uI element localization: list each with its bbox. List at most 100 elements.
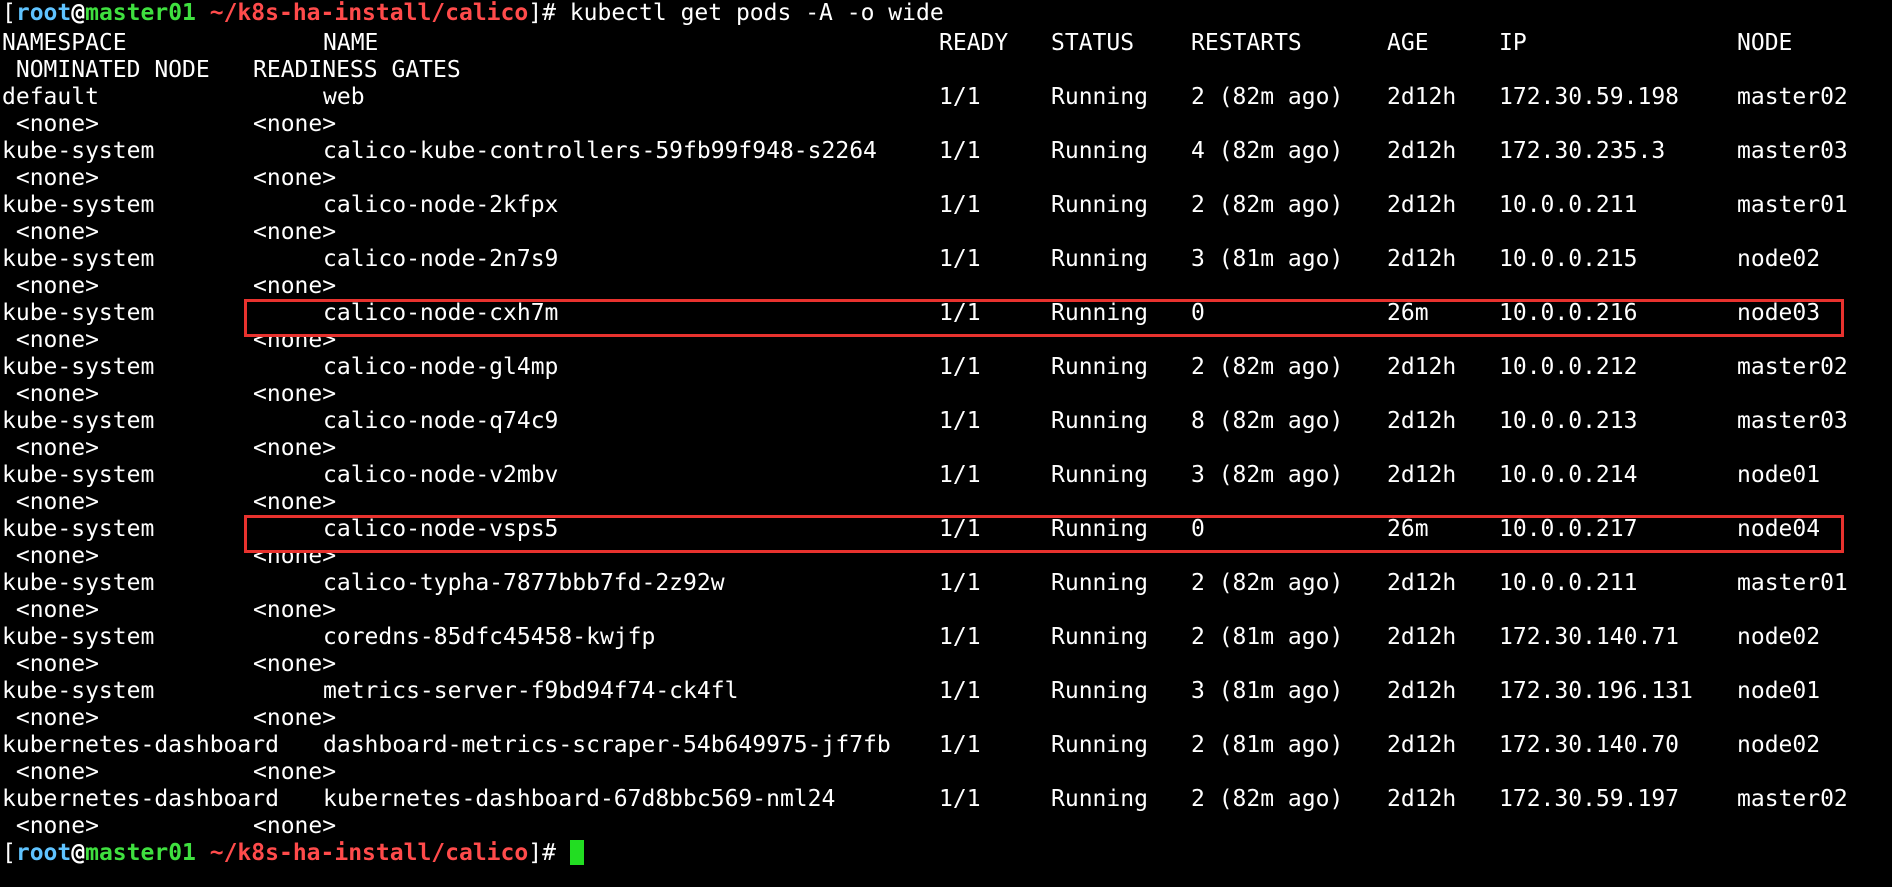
header-status: STATUS: [1051, 30, 1135, 56]
cell-ip: 10.0.0.215: [1499, 246, 1638, 272]
cell-name: kubernetes-dashboard-67d8bbc569-nml24: [323, 786, 836, 812]
cell-node: node04: [1737, 516, 1821, 542]
cell-restarts: 4 (82m ago): [1191, 138, 1344, 164]
prompt-symbol: #: [542, 0, 570, 26]
header-ip: IP: [1499, 30, 1527, 56]
cell-ready: 1/1: [939, 678, 981, 704]
prompt-close-bracket: ]: [528, 0, 543, 26]
cell-restarts: 0: [1191, 516, 1205, 542]
cell-age: 2d12h: [1387, 462, 1457, 488]
cell-ip: 10.0.0.212: [1499, 354, 1638, 380]
cell-name: calico-node-gl4mp: [323, 354, 559, 380]
table-row-wrapped: <none> <none>: [0, 813, 1892, 840]
cell-readiness-gates: <none>: [253, 381, 337, 407]
table-row: default web 1/1 Running 2 (82m ago) 2d12h 172.…: [0, 84, 1892, 111]
cell-age: 2d12h: [1387, 624, 1457, 650]
cell-status: Running: [1051, 408, 1148, 434]
cell-restarts: 3 (81m ago): [1191, 678, 1344, 704]
table-row: kubernetes-dashboard dashboard-metrics-sc…: [0, 732, 1892, 759]
cell-node: node02: [1737, 624, 1821, 650]
cell-namespace: kube-system: [2, 570, 155, 596]
cell-status: Running: [1051, 192, 1148, 218]
cell-nominated-node: <none>: [2, 273, 99, 299]
cell-nominated-node: <none>: [2, 651, 99, 677]
cell-ready: 1/1: [939, 138, 981, 164]
cell-ready: 1/1: [939, 354, 981, 380]
cell-nominated-node: <none>: [2, 597, 99, 623]
table-row-wrapped: <none> <none>: [0, 597, 1892, 624]
cell-readiness-gates: <none>: [253, 219, 337, 245]
prompt-user: root: [15, 840, 72, 866]
table-row-wrapped: <none> <none>: [0, 165, 1892, 192]
prompt-open-bracket: [: [2, 840, 16, 866]
cell-status: Running: [1051, 300, 1148, 326]
cell-node: node02: [1737, 246, 1821, 272]
cell-nominated-node: <none>: [2, 435, 99, 461]
cell-status: Running: [1051, 462, 1148, 488]
cell-status: Running: [1051, 84, 1148, 110]
cell-restarts: 3 (82m ago): [1191, 462, 1344, 488]
cell-restarts: 2 (81m ago): [1191, 624, 1344, 650]
cell-age: 2d12h: [1387, 192, 1457, 218]
prompt-at-sign: @: [71, 0, 86, 26]
cell-ready: 1/1: [939, 570, 981, 596]
cell-namespace: kube-system: [2, 678, 155, 704]
table-row: kubernetes-dashboard kubernetes-dashboard…: [0, 786, 1892, 813]
cell-name: web: [323, 84, 365, 110]
cell-status: Running: [1051, 624, 1148, 650]
cell-name: calico-kube-controllers-59fb99f948-s2264: [323, 138, 877, 164]
cell-ip: 10.0.0.211: [1499, 570, 1638, 596]
terminal-window[interactable]: [root@master01 ~/k8s-ha-install/calico]#…: [0, 0, 1892, 887]
cell-node: node03: [1737, 300, 1821, 326]
command-text: kubectl get pods -A -o wide: [569, 0, 944, 26]
table-header-row-wrapped: NOMINATED NODE READINESS GATES: [0, 57, 1892, 84]
cell-node: master01: [1737, 570, 1848, 596]
table-row-wrapped: <none> <none>: [0, 435, 1892, 462]
table-row-wrapped: <none> <none>: [0, 219, 1892, 246]
active-prompt-line[interactable]: [root@master01 ~/k8s-ha-install/calico]#: [2, 840, 584, 867]
cell-age: 2d12h: [1387, 732, 1457, 758]
header-node: NODE: [1737, 30, 1793, 56]
cell-age: 2d12h: [1387, 246, 1457, 272]
table-row: kube-system calico-node-2kfpx 1/1 Running 2 …: [0, 192, 1892, 219]
cell-age: 2d12h: [1387, 354, 1457, 380]
cell-readiness-gates: <none>: [253, 489, 337, 515]
table-row: kube-system calico-kube-controllers-59fb9…: [0, 138, 1892, 165]
cell-status: Running: [1051, 570, 1148, 596]
cell-node: node01: [1737, 678, 1821, 704]
cell-ready: 1/1: [939, 300, 981, 326]
prompt-path: ~/k8s-ha-install/calico: [195, 0, 529, 26]
cell-namespace: kube-system: [2, 408, 155, 434]
table-row-wrapped: <none> <none>: [0, 381, 1892, 408]
table-row: kube-system calico-node-2n7s9 1/1 Running 3 …: [0, 246, 1892, 273]
cell-readiness-gates: <none>: [253, 273, 337, 299]
cell-nominated-node: <none>: [2, 489, 99, 515]
table-row: kube-system metrics-server-f9bd94f74-ck4f…: [0, 678, 1892, 705]
cell-name: calico-node-q74c9: [323, 408, 559, 434]
cell-ready: 1/1: [939, 84, 981, 110]
table-row: kube-system calico-node-q74c9 1/1 Running 8 …: [0, 408, 1892, 435]
cell-namespace: kubernetes-dashboard: [2, 732, 279, 758]
cell-namespace: kube-system: [2, 192, 155, 218]
cell-age: 26m: [1387, 516, 1429, 542]
cell-restarts: 8 (82m ago): [1191, 408, 1344, 434]
cell-name: coredns-85dfc45458-kwjfp: [323, 624, 656, 650]
table-row: kube-system calico-node-cxh7m 1/1 Running 0 2…: [0, 300, 1892, 327]
table-row-wrapped: <none> <none>: [0, 273, 1892, 300]
cell-readiness-gates: <none>: [253, 165, 337, 191]
cell-name: calico-node-vsps5: [323, 516, 559, 542]
cell-restarts: 3 (81m ago): [1191, 246, 1344, 272]
cell-status: Running: [1051, 786, 1148, 812]
cell-name: metrics-server-f9bd94f74-ck4fl: [323, 678, 739, 704]
cell-age: 2d12h: [1387, 786, 1457, 812]
cell-node: master02: [1737, 84, 1848, 110]
cell-nominated-node: <none>: [2, 219, 99, 245]
cell-name: calico-node-cxh7m: [323, 300, 559, 326]
cell-restarts: 2 (82m ago): [1191, 354, 1344, 380]
header-readiness-gates: READINESS GATES: [253, 57, 461, 83]
cell-ready: 1/1: [939, 246, 981, 272]
cell-name: calico-typha-7877bbb7fd-2z92w: [323, 570, 725, 596]
cell-readiness-gates: <none>: [253, 327, 337, 353]
table-row-wrapped: <none> <none>: [0, 705, 1892, 732]
cell-namespace: kube-system: [2, 138, 155, 164]
